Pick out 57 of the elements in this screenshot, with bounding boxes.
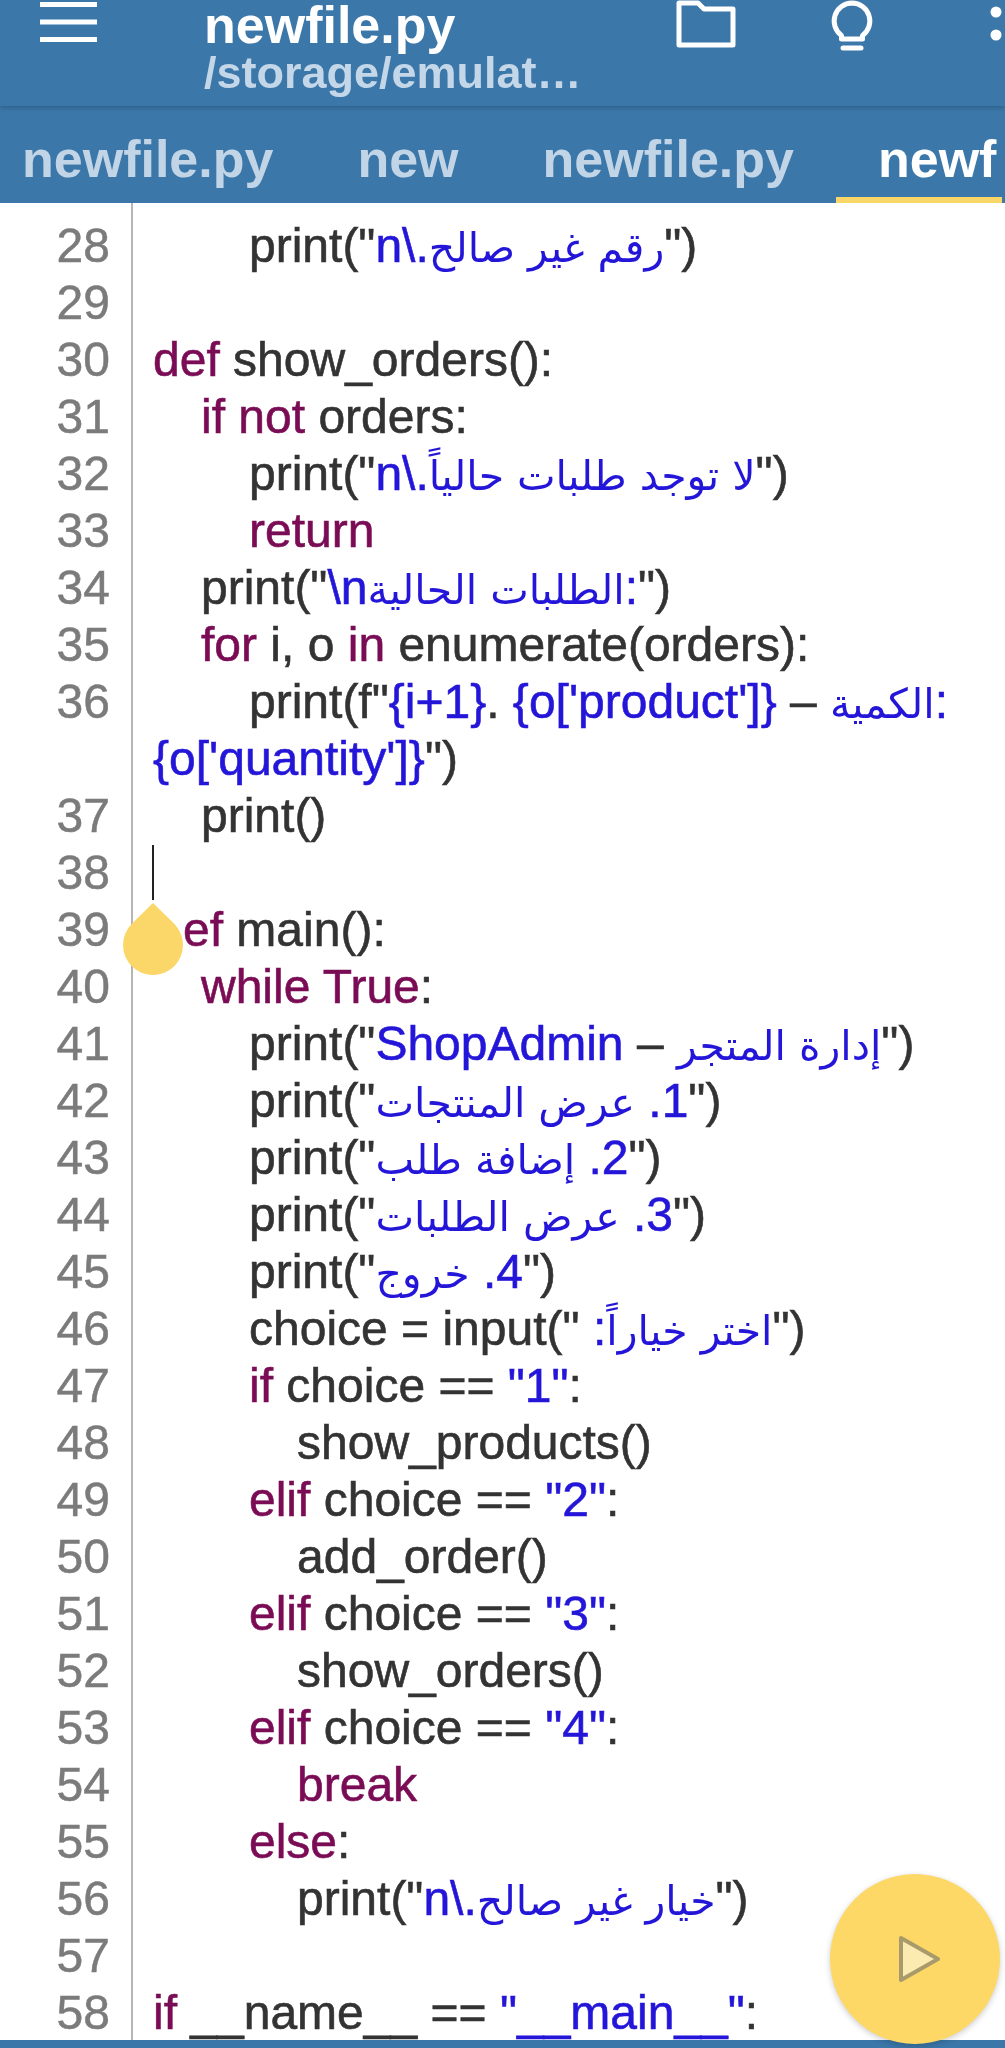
line-number: 32 bbox=[56, 445, 110, 502]
code-line: elif choice == "2": bbox=[249, 1471, 620, 1528]
folder-icon[interactable] bbox=[676, 0, 736, 48]
line-number: 46 bbox=[56, 1300, 110, 1357]
line-number: 58 bbox=[56, 1984, 110, 2040]
code-line: print() bbox=[201, 787, 327, 844]
code-line: def show_orders(): bbox=[153, 331, 554, 388]
code-line: if not orders: bbox=[201, 388, 468, 445]
line-number: 51 bbox=[56, 1585, 110, 1642]
code-line: while True: bbox=[201, 958, 434, 1015]
tab[interactable]: newfile.py bbox=[0, 106, 316, 203]
line-number: 35 bbox=[56, 616, 110, 673]
line-number: 54 bbox=[56, 1756, 110, 1813]
code-line: ef main(): bbox=[183, 901, 386, 958]
line-number: 41 bbox=[56, 1015, 110, 1072]
code-line: else: bbox=[249, 1813, 351, 1870]
tab[interactable]: new bbox=[315, 106, 501, 203]
line-number: 44 bbox=[56, 1186, 110, 1243]
line-number: 49 bbox=[56, 1471, 110, 1528]
code-line: for i, o in enumerate(orders): bbox=[201, 616, 810, 673]
line-number: 34 bbox=[56, 559, 110, 616]
code-line: elif choice == "4": bbox=[249, 1699, 620, 1756]
line-number: 55 bbox=[56, 1813, 110, 1870]
line-number: 30 bbox=[56, 331, 110, 388]
line-number: 56 bbox=[56, 1870, 110, 1927]
line-number: 39 bbox=[56, 901, 110, 958]
code-line: show_orders() bbox=[297, 1642, 604, 1699]
line-number: 38 bbox=[56, 844, 110, 901]
line-number: 57 bbox=[56, 1927, 110, 1984]
menu-icon[interactable] bbox=[40, 2, 97, 42]
line-number: 50 bbox=[56, 1528, 110, 1585]
line-number: 48 bbox=[56, 1414, 110, 1471]
line-number: 52 bbox=[56, 1642, 110, 1699]
line-number: 42 bbox=[56, 1072, 110, 1129]
line-number: 36 bbox=[56, 673, 110, 730]
line-number: 37 bbox=[56, 787, 110, 844]
line-number: 28 bbox=[56, 217, 110, 274]
code-line: add_order() bbox=[297, 1528, 548, 1585]
code-line: if choice == "1": bbox=[249, 1357, 582, 1414]
line-number: 53 bbox=[56, 1699, 110, 1756]
line-number: 43 bbox=[56, 1129, 110, 1186]
line-number: 31 bbox=[56, 388, 110, 445]
code-line: show_products() bbox=[297, 1414, 652, 1471]
lightbulb-icon[interactable] bbox=[829, 0, 875, 52]
text-selection-handle[interactable] bbox=[123, 903, 183, 975]
line-number: 40 bbox=[56, 958, 110, 1015]
line-number: 47 bbox=[56, 1357, 110, 1414]
tab[interactable]: newfile.py bbox=[500, 106, 836, 203]
line-number: 29 bbox=[56, 274, 110, 331]
line-number: 33 bbox=[56, 502, 110, 559]
code-line: if __name__ == "__main__": bbox=[153, 1984, 759, 2040]
code-line: return bbox=[249, 502, 375, 559]
code-line: break bbox=[297, 1756, 418, 1813]
line-number: 45 bbox=[56, 1243, 110, 1300]
code-line: {o['quantity']}") bbox=[153, 730, 458, 787]
code-line: elif choice == "3": bbox=[249, 1585, 620, 1642]
play-icon bbox=[896, 1934, 942, 1984]
